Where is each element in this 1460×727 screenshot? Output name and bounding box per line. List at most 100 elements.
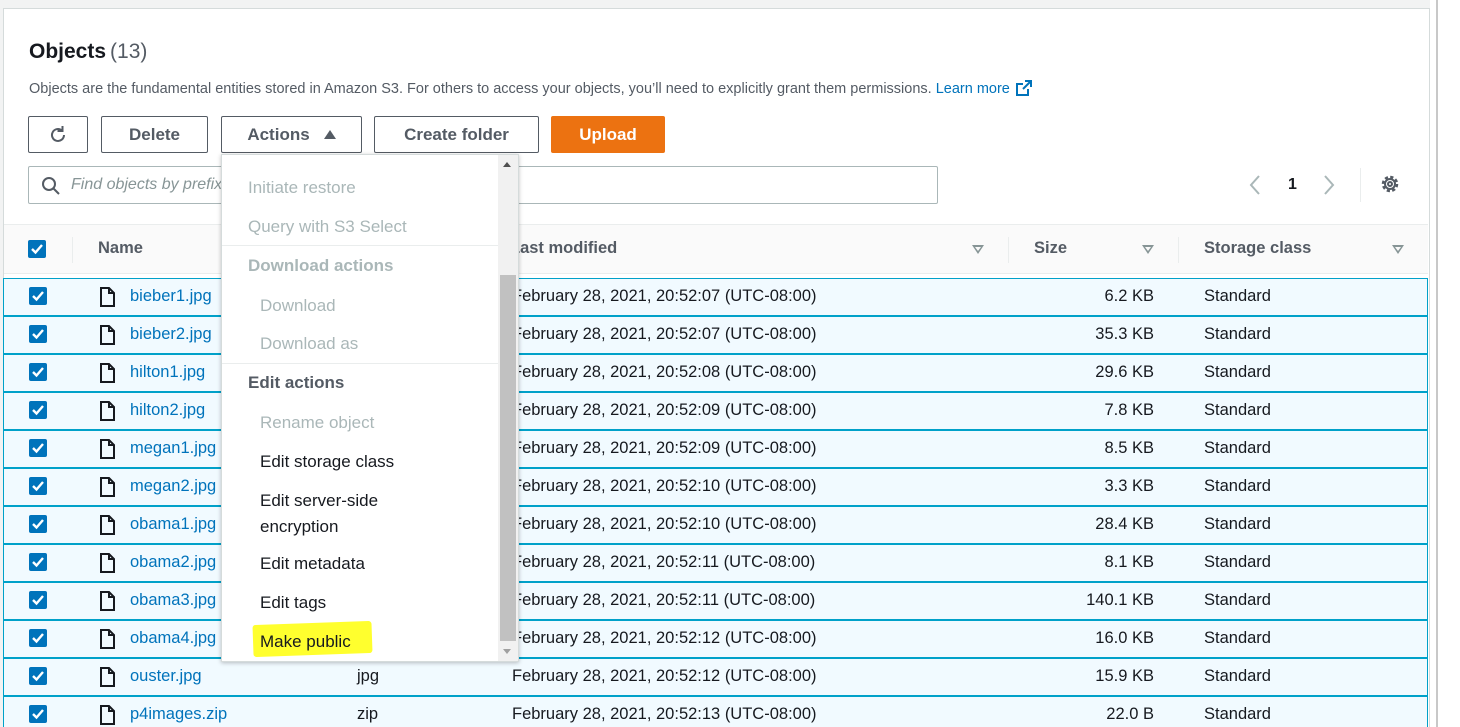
object-name-link[interactable]: hilton2.jpg	[130, 401, 205, 420]
row-checkbox[interactable]	[29, 477, 47, 495]
page-number[interactable]: 1	[1288, 171, 1297, 199]
object-last-modified: February 28, 2021, 20:52:11 (UTC-08:00)	[512, 591, 816, 609]
file-icon	[100, 287, 115, 307]
menu-item-rename-object[interactable]: Rename object	[260, 413, 374, 433]
object-name-link[interactable]: bieber1.jpg	[130, 287, 212, 306]
object-name-link[interactable]: p4images.zip	[130, 705, 227, 724]
table-row[interactable]: hilton1.jpgjpgFebruary 28, 2021, 20:52:0…	[3, 354, 1428, 392]
menu-item-initiate-restore[interactable]: Initiate restore	[248, 178, 356, 198]
object-name-link[interactable]: obama2.jpg	[130, 553, 216, 572]
upload-button[interactable]: Upload	[551, 116, 665, 153]
menu-item-download[interactable]: Download	[260, 296, 336, 316]
sort-icon[interactable]	[972, 245, 984, 254]
table-row[interactable]: p4images.zip zip February 28, 2021, 20:52:…	[3, 696, 1428, 727]
menu-item-download-as[interactable]: Download as	[260, 334, 358, 354]
page-gutter	[1430, 0, 1460, 727]
row-checkbox[interactable]	[29, 515, 47, 533]
create-folder-button[interactable]: Create folder	[374, 116, 539, 153]
next-page-button[interactable]	[1322, 171, 1346, 199]
select-all-checkbox[interactable]	[28, 240, 46, 258]
refresh-button[interactable]	[28, 116, 88, 153]
object-name-link[interactable]: hilton1.jpg	[130, 363, 205, 382]
file-icon	[100, 553, 115, 573]
row-checkbox[interactable]	[29, 401, 47, 419]
row-checkbox[interactable]	[29, 553, 47, 571]
menu-item-edit-server-side-encryption[interactable]: Edit server-side encryption	[260, 491, 378, 537]
row-checkbox[interactable]	[29, 325, 47, 343]
object-storage-class: Standard	[1204, 325, 1271, 343]
object-size: 6.2 KB	[1104, 287, 1154, 305]
menu-item-make-public[interactable]: Make public	[260, 632, 351, 652]
object-storage-class: Standard	[1204, 591, 1271, 609]
scroll-down-arrow-icon[interactable]	[503, 649, 511, 654]
row-checkbox[interactable]	[29, 439, 47, 457]
object-last-modified: February 28, 2021, 20:52:10 (UTC-08:00)	[512, 477, 817, 495]
actions-label: Actions	[247, 124, 310, 144]
actions-dropdown-button[interactable]: Actions	[221, 116, 362, 153]
column-header-last-modified[interactable]: Last modified	[510, 239, 617, 258]
object-name-link[interactable]: obama3.jpg	[130, 591, 216, 610]
table-header: Name Type Last modified Size Storage cla…	[4, 224, 1428, 274]
table-row[interactable]: obama4.jpgjpgFebruary 28, 2021, 20:52:12…	[3, 620, 1428, 658]
menu-group-edit-actions: Edit actions	[248, 373, 345, 392]
description-text: Objects are the fundamental entities sto…	[29, 81, 932, 97]
object-size: 3.3 KB	[1104, 477, 1154, 495]
row-checkbox[interactable]	[29, 287, 47, 305]
row-checkbox[interactable]	[29, 363, 47, 381]
object-name-link[interactable]: obama4.jpg	[130, 629, 216, 648]
column-header-name[interactable]: Name	[98, 239, 143, 258]
table-row[interactable]: megan2.jpgjpgFebruary 28, 2021, 20:52:10…	[3, 468, 1428, 506]
file-icon	[100, 667, 115, 687]
object-name-link[interactable]: bieber2.jpg	[130, 325, 212, 344]
table-row[interactable]: megan1.jpgjpgFebruary 28, 2021, 20:52:09…	[3, 430, 1428, 468]
file-icon	[100, 363, 115, 383]
object-last-modified: February 28, 2021, 20:52:12 (UTC-08:00)	[512, 629, 817, 647]
column-header-size[interactable]: Size	[1034, 239, 1067, 258]
table-row[interactable]: obama2.jpgjpgFebruary 28, 2021, 20:52:11…	[3, 544, 1428, 582]
previous-page-button[interactable]	[1248, 171, 1272, 199]
checkmark-icon	[32, 557, 44, 568]
menu-item-edit-metadata[interactable]: Edit metadata	[260, 554, 365, 574]
table-row[interactable]: obama1.jpgjpgFebruary 28, 2021, 20:52:10…	[3, 506, 1428, 544]
menu-item-edit-tags[interactable]: Edit tags	[260, 593, 326, 613]
object-name-link[interactable]: ouster.jpg	[130, 667, 202, 686]
object-name-link[interactable]: megan2.jpg	[130, 477, 216, 496]
row-checkbox[interactable]	[29, 705, 47, 723]
menu-item-query-s3-select[interactable]: Query with S3 Select	[248, 217, 407, 237]
object-storage-class: Standard	[1204, 439, 1271, 457]
object-size: 29.6 KB	[1095, 363, 1154, 381]
object-name-link[interactable]: obama1.jpg	[130, 515, 216, 534]
object-type: zip	[357, 705, 379, 723]
row-checkbox[interactable]	[29, 591, 47, 609]
scroll-up-arrow-icon[interactable]	[503, 162, 511, 167]
sort-icon[interactable]	[1142, 245, 1154, 254]
table-row[interactable]: ouster.jpg jpg February 28, 2021, 20:52:12…	[3, 658, 1428, 696]
checkmark-icon	[32, 595, 44, 606]
checkmark-icon	[32, 405, 44, 416]
menu-item-edit-storage-class[interactable]: Edit storage class	[260, 452, 394, 472]
row-checkbox[interactable]	[29, 667, 47, 685]
row-checkbox[interactable]	[29, 629, 47, 647]
title-text: Objects	[29, 40, 107, 63]
object-storage-class: Standard	[1204, 553, 1271, 571]
learn-more-link[interactable]: Learn more	[936, 80, 1032, 97]
table-row[interactable]: bieber1.jpgjpgFebruary 28, 2021, 20:52:0…	[3, 278, 1428, 316]
object-storage-class: Standard	[1204, 287, 1271, 305]
menu-scrollbar[interactable]	[498, 155, 518, 661]
scrollbar-thumb[interactable]	[500, 275, 516, 641]
file-icon	[100, 515, 115, 535]
table-row[interactable]: hilton2.jpgjpgFebruary 28, 2021, 20:52:0…	[3, 392, 1428, 430]
menu-divider	[222, 245, 498, 246]
menu-item-label-line2: encryption	[260, 517, 339, 536]
table-row[interactable]: obama3.jpgjpgFebruary 28, 2021, 20:52:11…	[3, 582, 1428, 620]
object-table-body: bieber1.jpg jpg February 28, 2021, 20:52:0…	[3, 278, 1428, 727]
file-icon	[100, 591, 115, 611]
object-name-link[interactable]: megan1.jpg	[130, 439, 216, 458]
object-last-modified: February 28, 2021, 20:52:11 (UTC-08:00)	[512, 553, 816, 571]
sort-icon[interactable]	[1392, 245, 1404, 254]
column-header-storage-class[interactable]: Storage class	[1204, 239, 1311, 258]
table-row[interactable]: bieber2.jpgjpgFebruary 28, 2021, 20:52:0…	[3, 316, 1428, 354]
object-size: 7.8 KB	[1104, 401, 1154, 419]
delete-button[interactable]: Delete	[101, 116, 208, 153]
gear-icon[interactable]	[1378, 172, 1402, 196]
